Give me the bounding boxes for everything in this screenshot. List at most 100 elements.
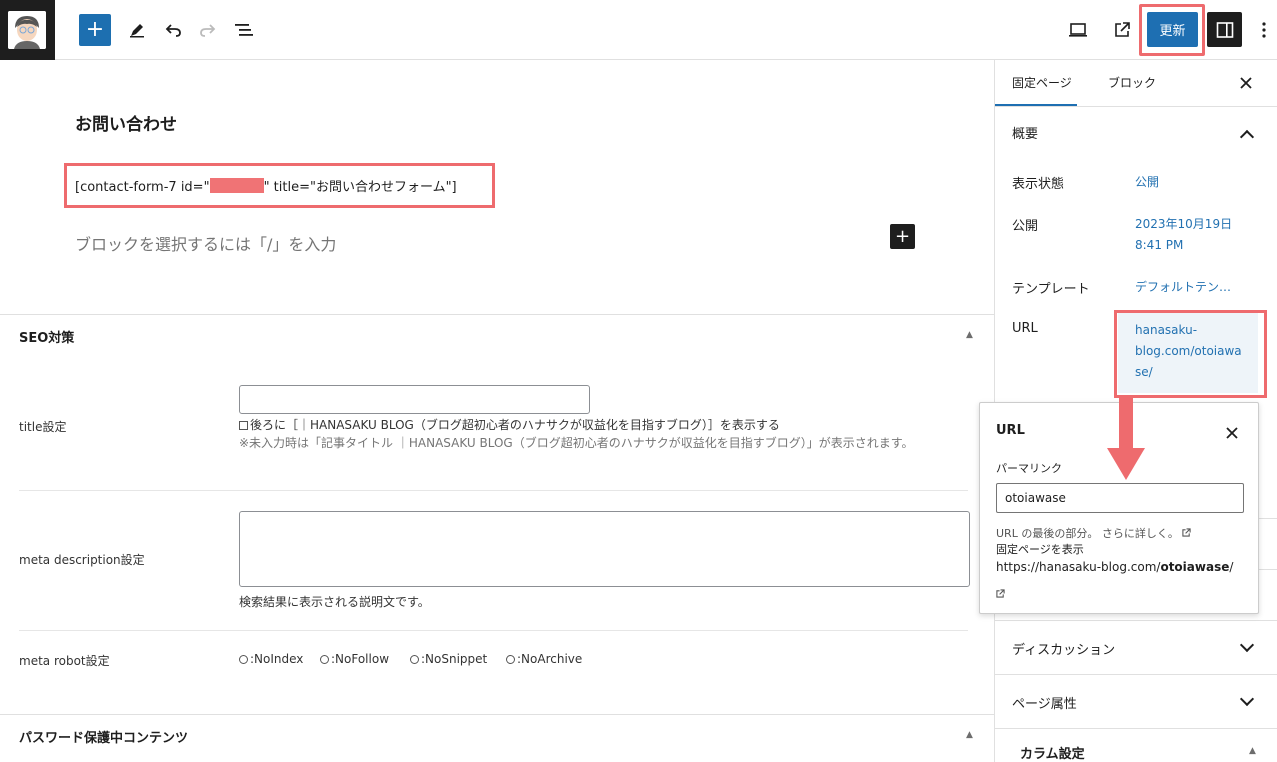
block-add-button[interactable]: + — [890, 224, 915, 249]
radio-button[interactable] — [410, 655, 419, 664]
close-popover-button[interactable] — [1226, 424, 1238, 443]
chevron-down-icon[interactable] — [1239, 637, 1255, 653]
tab-block[interactable]: ブロック — [1108, 60, 1156, 107]
redo-button[interactable] — [192, 14, 224, 46]
publish-date-button[interactable]: 2023年10月19日 8:41 PM — [1135, 214, 1232, 256]
robot-noindex-option[interactable]: :NoIndex — [239, 652, 303, 666]
meta-description-note: 検索結果に表示される説明文です。 — [239, 595, 430, 609]
title-suffix-checkbox-row[interactable]: 後ろに［｜HANASAKU BLOG（ブログ超初心者のハナサクが収益化を目指すブ… — [239, 416, 780, 433]
list-view-icon — [235, 24, 253, 36]
more-vertical-icon — [1262, 22, 1266, 38]
visibility-value[interactable]: 公開 — [1135, 172, 1159, 193]
meta-description-label: meta description設定 — [19, 553, 145, 567]
view-page-label: 固定ページを表示 — [996, 543, 1084, 556]
title-note: ※未入力時は「記事タイトル ｜HANASAKU BLOG（ブログ超初心者のハナサ… — [239, 436, 914, 450]
publish-time: 8:41 PM — [1135, 238, 1184, 252]
collapse-triangle-icon[interactable]: ▲ — [1249, 746, 1256, 756]
collapse-triangle-icon[interactable]: ▲ — [966, 330, 973, 340]
popover-title: URL — [996, 423, 1025, 438]
settings-button[interactable] — [1207, 12, 1242, 47]
divider — [0, 714, 994, 715]
close-icon — [1240, 77, 1252, 89]
shortcode-block[interactable]: [contact-form-7 id=" " title="お問い合わせフォーム"… — [75, 176, 457, 195]
plus-icon: + — [894, 226, 911, 247]
page-title[interactable]: お問い合わせ — [75, 110, 177, 135]
chevron-up-icon[interactable] — [1239, 129, 1255, 145]
robot-nofollow-option[interactable]: :NoFollow — [320, 652, 389, 666]
publish-date: 2023年10月19日 — [1135, 217, 1233, 231]
discussion-panel-title[interactable]: ディスカッション — [1012, 639, 1115, 658]
robot-nofollow-label: :NoFollow — [331, 652, 390, 666]
row-divider — [19, 490, 968, 491]
divider — [995, 620, 1277, 621]
close-icon — [1226, 427, 1238, 439]
checkbox[interactable] — [239, 421, 248, 430]
shortcode-suffix: " title="お問い合わせフォーム"] — [263, 180, 457, 195]
editor-top-toolbar: + 更新 — [0, 0, 1277, 60]
view-page-link[interactable]: https://hanasaku-blog.com/otoiawase/ — [996, 560, 1233, 574]
shortcode-prefix: [contact-form-7 id=" — [75, 180, 210, 195]
title-suffix-label: 後ろに［｜HANASAKU BLOG（ブログ超初心者のハナサクが収益化を目指すブ… — [250, 418, 780, 432]
robot-nosnippet-label: :NoSnippet — [421, 652, 488, 666]
tab-page[interactable]: 固定ページ — [1012, 60, 1072, 107]
external-link-icon — [1182, 528, 1191, 537]
close-sidebar-button[interactable] — [1239, 75, 1253, 94]
url-highlight-box — [1114, 310, 1267, 398]
title-setting-label: title設定 — [19, 420, 67, 434]
chevron-down-icon[interactable] — [1239, 691, 1255, 707]
preview-button[interactable] — [1062, 14, 1094, 46]
external-link-icon — [996, 583, 1005, 602]
view-page-button[interactable] — [1106, 14, 1138, 46]
document-overview-button[interactable] — [229, 14, 261, 46]
avatar — [8, 11, 46, 49]
divider — [995, 728, 1277, 729]
divider — [995, 106, 1277, 107]
robot-noarchive-label: :NoArchive — [517, 652, 583, 666]
block-placeholder[interactable]: ブロックを選択するには「/」を入力 — [75, 231, 336, 255]
password-section-title[interactable]: パスワード保護中コンテンツ — [19, 727, 188, 746]
divider — [995, 674, 1277, 675]
radio-button[interactable] — [506, 655, 515, 664]
permalink-help: URL の最後の部分。 さらに詳しく。 — [996, 525, 1191, 541]
undo-button[interactable] — [157, 14, 189, 46]
seo-section-title[interactable]: SEO対策 — [19, 327, 74, 346]
publish-label: 公開 — [1012, 219, 1039, 234]
plus-icon: + — [85, 17, 105, 42]
add-block-button[interactable]: + — [79, 14, 111, 46]
laptop-icon — [1069, 23, 1087, 37]
permalink-label: パーマリンク — [996, 462, 1062, 475]
sidebar-icon — [1216, 21, 1233, 38]
radio-button[interactable] — [320, 655, 329, 664]
robot-nosnippet-option[interactable]: :NoSnippet — [410, 652, 487, 666]
row-divider — [19, 630, 968, 631]
seo-title-input[interactable] — [239, 385, 590, 414]
radio-button[interactable] — [239, 655, 248, 664]
site-icon-button[interactable] — [0, 0, 55, 60]
meta-description-textarea[interactable] — [239, 511, 970, 587]
template-value[interactable]: デフォルトテン… — [1135, 277, 1231, 298]
permalink-input[interactable]: otoiawase — [996, 483, 1244, 513]
learn-more-link[interactable]: さらに詳しく。 — [1102, 527, 1179, 540]
redacted-id — [209, 178, 264, 193]
link-suffix: / — [1229, 560, 1234, 574]
robot-noindex-label: :NoIndex — [250, 652, 304, 666]
undo-icon — [165, 24, 181, 37]
options-button[interactable] — [1252, 14, 1276, 46]
redo-icon — [200, 24, 216, 37]
external-link-icon — [1115, 22, 1130, 37]
template-label: テンプレート — [1012, 282, 1090, 297]
annotation-arrow-icon — [1107, 396, 1145, 480]
tools-button[interactable] — [121, 14, 153, 46]
help-text: URL の最後の部分。 — [996, 527, 1099, 540]
robot-noarchive-option[interactable]: :NoArchive — [506, 652, 582, 666]
link-slug: otoiawase — [1160, 560, 1230, 574]
update-highlight-box — [1139, 4, 1205, 56]
pencil-icon — [130, 24, 144, 38]
summary-panel-title[interactable]: 概要 — [1012, 123, 1038, 142]
page-attributes-panel-title[interactable]: ページ属性 — [1012, 693, 1077, 712]
visibility-label: 表示状態 — [1012, 177, 1065, 192]
link-prefix: https://hanasaku-blog.com/ — [996, 560, 1161, 574]
collapse-triangle-icon[interactable]: ▲ — [966, 730, 973, 740]
column-settings-title[interactable]: カラム設定 — [1020, 743, 1085, 762]
divider — [0, 314, 994, 315]
